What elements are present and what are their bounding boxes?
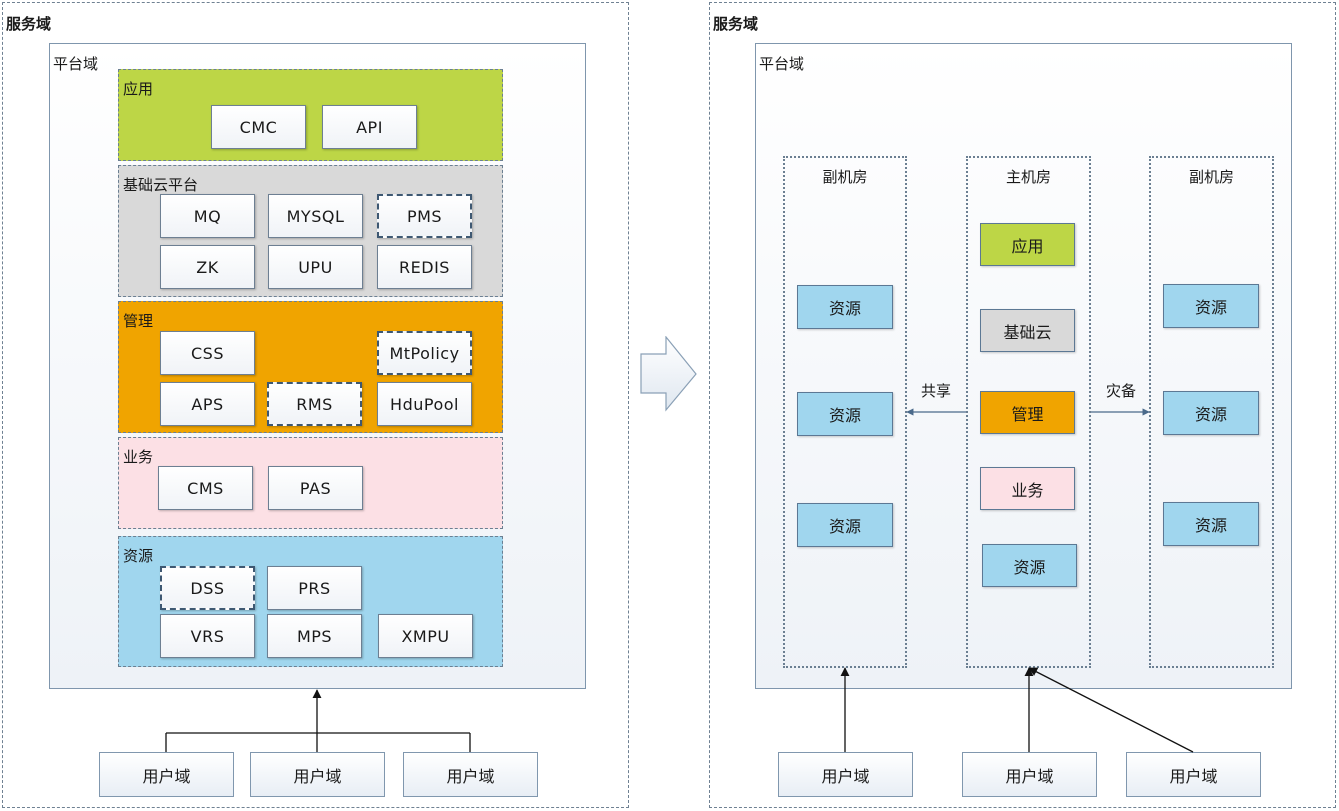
module-upu: UPU [268, 245, 363, 289]
module-mq: MQ [160, 194, 255, 238]
backup-room-left-title: 副机房 [822, 168, 868, 186]
module-prs: PRS [267, 566, 362, 610]
backup-room-right-title: 副机房 [1188, 168, 1234, 186]
module-cmc: CMC [211, 105, 306, 149]
left-platform-title: 平台域 [53, 55, 99, 73]
right-block-arrow-icon [640, 336, 697, 412]
left-user-domain-3: 用户域 [403, 752, 538, 797]
layer-app-title: 应用 [123, 80, 154, 98]
module-pms: PMS [377, 194, 472, 238]
main-business: 业务 [980, 467, 1075, 510]
layer-resource-title: 资源 [123, 547, 154, 565]
backup-right-resource-2: 资源 [1163, 391, 1259, 435]
main-resource: 资源 [982, 544, 1077, 587]
module-css: CSS [160, 331, 255, 375]
left-user-domain-1: 用户域 [99, 752, 234, 797]
module-zk: ZK [160, 245, 255, 289]
main-base-cloud: 基础云 [980, 309, 1075, 352]
backup-left-resource-3: 资源 [797, 503, 893, 547]
left-user-domain-2: 用户域 [250, 752, 385, 797]
module-hdupool: HduPool [377, 382, 472, 426]
layer-business-title: 业务 [123, 448, 154, 466]
module-api: API [322, 105, 417, 149]
right-user-domain-1: 用户域 [778, 752, 913, 797]
left-service-title: 服务域 [6, 15, 52, 33]
right-user-domain-3: 用户域 [1126, 752, 1261, 797]
backup-right-resource-3: 资源 [1163, 502, 1259, 546]
backup-left-resource-1: 资源 [797, 285, 893, 329]
backup-left-resource-2: 资源 [797, 392, 893, 436]
backup-right-resource-1: 资源 [1163, 284, 1259, 328]
module-cms: CMS [158, 466, 253, 510]
edge-label-backup: 灾备 [1106, 382, 1137, 400]
layer-base-cloud-title: 基础云平台 [123, 176, 199, 194]
module-pas: PAS [268, 466, 363, 510]
right-platform-title: 平台域 [759, 55, 805, 73]
right-user-domain-2: 用户域 [962, 752, 1097, 797]
edge-label-share: 共享 [921, 382, 952, 400]
module-rms: RMS [267, 382, 362, 426]
right-service-title: 服务域 [713, 15, 759, 33]
module-mtpolicy: MtPolicy [377, 331, 472, 375]
module-redis: REDIS [377, 245, 472, 289]
module-mysql: MYSQL [268, 194, 363, 238]
main-app: 应用 [980, 223, 1075, 266]
main-room-title: 主机房 [1005, 168, 1051, 186]
main-management: 管理 [980, 391, 1075, 434]
layer-management-title: 管理 [123, 312, 154, 330]
module-mps: MPS [267, 614, 362, 658]
module-vrs: VRS [160, 614, 255, 658]
module-xmpu: XMPU [378, 614, 473, 658]
layer-app: 应用 [118, 69, 503, 161]
module-aps: APS [160, 382, 255, 426]
module-dss: DSS [160, 566, 255, 610]
